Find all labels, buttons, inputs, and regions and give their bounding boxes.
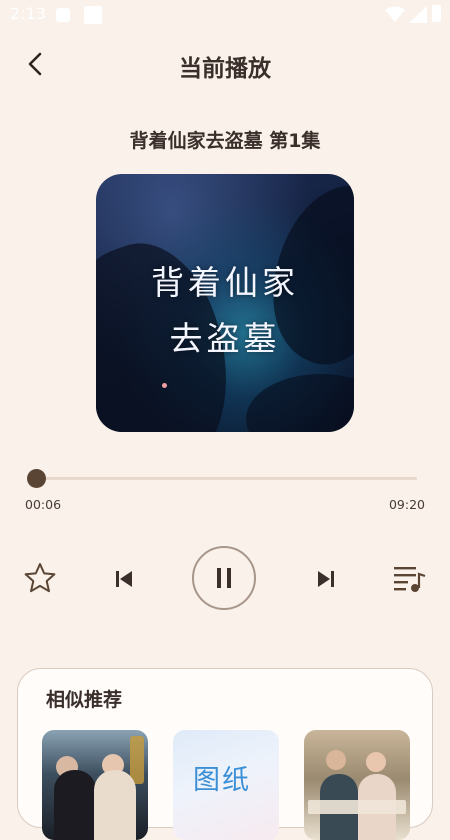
battery-icon [432,5,441,22]
progress-thumb[interactable] [27,469,46,488]
star-icon[interactable] [23,561,57,595]
cover-title-line1: 背着仙家 [151,263,299,302]
status-time: 2:13 [10,4,46,23]
playlist-icon[interactable] [392,562,428,596]
recommendation-item[interactable] [42,730,148,840]
recommendations-card: 相似推荐 图纸 [17,668,433,840]
recommendation-cover-text: 图纸 [193,765,251,796]
total-time: 09:20 [388,497,425,512]
notification-icon [56,8,70,22]
signal-icon [409,6,427,23]
status-bar: 2:13 [0,0,450,30]
skip-previous-icon[interactable] [111,566,137,592]
notification-icon-2 [84,6,102,24]
pause-button[interactable] [192,546,256,610]
progress-bar[interactable] [36,477,417,480]
episode-title: 背着仙家去盗墓 第1集 [129,130,321,152]
recommendation-item[interactable]: 图纸 [173,730,279,840]
page-title: 当前播放 [179,56,271,82]
wifi-icon [385,6,405,22]
recommendation-item[interactable] [304,730,410,840]
recommendations-title: 相似推荐 [46,689,123,711]
pause-icon [217,568,231,588]
current-time: 00:06 [25,497,62,512]
album-cover: 背着仙家 去盗墓 [96,174,354,432]
skip-next-icon[interactable] [313,566,339,592]
cover-decoration [162,383,167,388]
cover-title-line2: 去盗墓 [169,319,281,358]
